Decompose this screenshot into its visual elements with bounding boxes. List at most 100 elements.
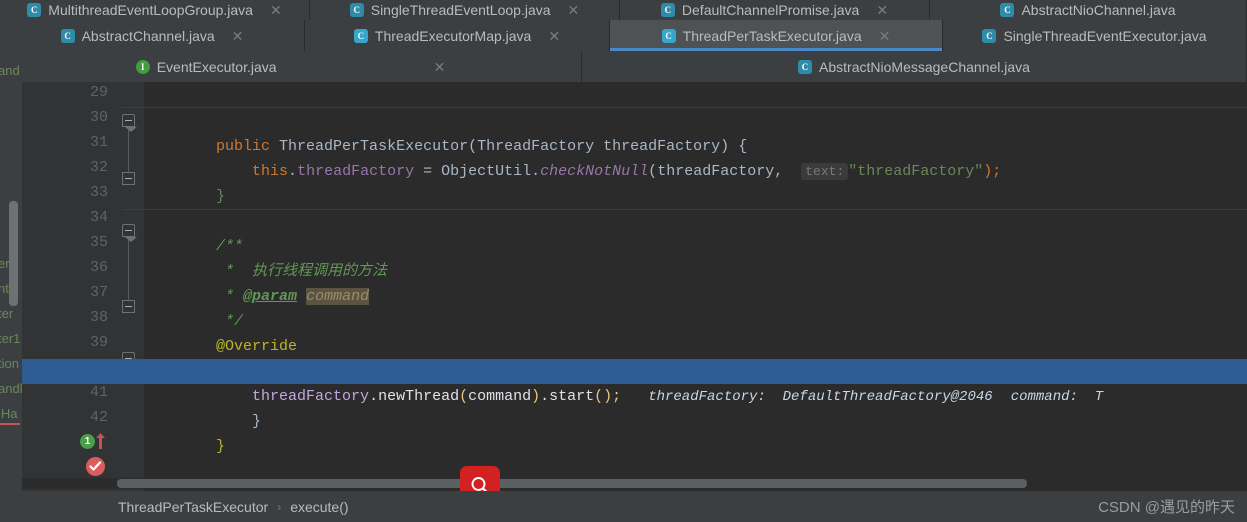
editor-tab[interactable]: C SingleThreadEventLoop.java ✕ — [310, 0, 620, 20]
left-panel-text: ter — [0, 306, 14, 321]
editor-fold-strip[interactable] — [118, 82, 144, 491]
close-icon[interactable]: ✕ — [270, 3, 282, 17]
editor-horizontal-scrollbar[interactable] — [22, 478, 1247, 489]
code-line-42[interactable]: } — [144, 409, 225, 455]
line-number: 39 — [89, 334, 108, 351]
method-newthread: newThread — [378, 388, 460, 405]
left-panel-text: ter1 — [0, 331, 21, 346]
editor-tab-singlethreadeventexecutor[interactable]: C SingleThreadEventExecutor.java — [943, 20, 1247, 51]
left-panel-scrollbar[interactable] — [9, 201, 18, 306]
java-class-icon: C — [798, 59, 813, 74]
editor-tab[interactable]: C AbstractNioChannel.java — [930, 0, 1247, 20]
string-literal: "threadFactory" — [848, 163, 984, 180]
breadcrumb-item-method[interactable]: execute() — [290, 499, 348, 515]
close-icon[interactable]: ✕ — [568, 3, 580, 17]
implementations-count-badge[interactable]: 1 — [80, 434, 95, 449]
breadcrumb: ThreadPerTaskExecutor › execute() — [118, 499, 349, 515]
java-interface-icon: I — [135, 59, 150, 74]
code-line-36[interactable]: * @param command — [144, 259, 370, 305]
editor-tab-abstractchannel[interactable]: C AbstractChannel.java ✕ — [0, 20, 305, 51]
line-number: 42 — [89, 409, 108, 426]
arg-command: command — [468, 388, 532, 405]
close-icon[interactable]: ✕ — [879, 29, 891, 43]
editor-tab-threadexecutormap[interactable]: C ThreadExecutorMap.java ✕ — [305, 20, 610, 51]
left-tool-panel-clipped[interactable]: and er nt ter ter1 tion andler lHa — [0, 51, 22, 522]
code-line-37[interactable]: */ — [144, 284, 243, 330]
line-number: 41 — [89, 384, 108, 401]
close-icon[interactable]: ✕ — [548, 29, 560, 43]
code-line-35[interactable]: * 执行线程调用的方法 — [144, 234, 387, 280]
code-line-40-current[interactable]: threadFactory.newThread(command).start()… — [22, 359, 1247, 405]
code-editor[interactable]: 29 30 31 32 33 34 35 36 37 38 39 40 41 4… — [22, 82, 1247, 491]
editor-tab-row-0: C MultithreadEventLoopGroup.java ✕ C Sin… — [0, 0, 1247, 20]
java-class-icon: C — [1000, 3, 1015, 17]
left-panel-text: nt — [0, 281, 9, 296]
code-line-39[interactable]: public void execute(Runnable command) { … — [144, 334, 880, 380]
fold-region-line — [128, 240, 129, 300]
editor-tab-label: ThreadPerTaskExecutor.java — [682, 27, 862, 44]
editor-tab[interactable]: C MultithreadEventLoopGroup.java ✕ — [0, 0, 310, 20]
code-line-30[interactable]: public ThreadPerTaskExecutor(ThreadFacto… — [144, 109, 747, 155]
field-threadfactory: threadFactory — [252, 388, 370, 405]
editor-tab-threadpertaskexecutor[interactable]: C ThreadPerTaskExecutor.java ✕ — [610, 20, 943, 51]
editor-tab-label: EventExecutor.java — [156, 58, 277, 75]
java-class-icon: C — [982, 28, 997, 43]
left-panel-text: lHa — [0, 406, 18, 421]
editor-tab-label: AbstractNioMessageChannel.java — [819, 58, 1030, 75]
line-number: 36 — [89, 259, 108, 276]
fold-marker-end[interactable] — [122, 172, 135, 185]
breadcrumb-item-class[interactable]: ThreadPerTaskExecutor — [118, 499, 268, 515]
method-separator — [122, 209, 1247, 210]
overriding-method-arrow-icon[interactable] — [95, 432, 106, 450]
java-class-icon: C — [349, 3, 364, 17]
line-number: 37 — [89, 284, 108, 301]
breakpoint-verified-icon[interactable] — [86, 457, 105, 476]
left-panel-text: andler — [0, 381, 22, 396]
editor-tab-label: AbstractNioChannel.java — [1021, 2, 1176, 18]
close-icon[interactable]: ✕ — [876, 3, 888, 17]
fold-marker-collapse[interactable] — [122, 114, 137, 132]
editor-tab-label: ThreadExecutorMap.java — [374, 27, 532, 44]
editor-tab-abstractniomessagechannel[interactable]: C AbstractNioMessageChannel.java — [582, 51, 1247, 82]
line-number: 34 — [89, 209, 108, 226]
class-objectutil: ObjectUtil — [441, 163, 532, 180]
code-line-41[interactable]: } — [144, 384, 261, 430]
method-start: start — [549, 388, 595, 405]
arg-threadfactory: threadFactory — [657, 163, 775, 180]
java-class-icon-modified: C — [661, 28, 676, 43]
java-class-icon: C — [660, 3, 675, 17]
line-number: 30 — [89, 109, 108, 126]
editor-tab-label: DefaultChannelPromise.java — [681, 2, 860, 18]
javadoc-param-name: command — [306, 288, 370, 305]
scrollbar-thumb[interactable] — [117, 479, 1027, 488]
editor-gutter[interactable]: 29 30 31 32 33 34 35 36 37 38 39 40 41 4… — [22, 82, 118, 491]
line-number: 35 — [89, 234, 108, 251]
close-icon[interactable]: ✕ — [232, 29, 244, 43]
fold-marker-end[interactable] — [122, 300, 135, 313]
left-panel-text: er — [0, 256, 10, 271]
line-number: 29 — [89, 84, 108, 101]
code-content[interactable]: public ThreadPerTaskExecutor(ThreadFacto… — [22, 82, 1247, 491]
fold-marker-collapse[interactable] — [122, 224, 137, 242]
code-line-34[interactable]: /** — [144, 209, 243, 255]
code-line-31[interactable]: this.threadFactory = ObjectUtil.checkNot… — [144, 134, 1001, 180]
code-line-32[interactable]: } — [144, 159, 225, 205]
editor-tab-label: MultithreadEventLoopGroup.java — [48, 2, 253, 18]
editor-tab-label: SingleThreadEventLoop.java — [370, 2, 551, 18]
editor-tab[interactable]: C DefaultChannelPromise.java ✕ — [620, 0, 930, 20]
debug-inline-value-threadfactory: threadFactory: DefaultThreadFactory@2046 — [648, 389, 993, 405]
left-panel-text: tion — [0, 356, 19, 371]
debug-inline-value-command: command: T — [1010, 389, 1104, 405]
editor-tab-eventexecutor[interactable]: I EventExecutor.java ✕ — [0, 51, 582, 82]
code-line-38[interactable]: @Override — [144, 309, 297, 355]
field-threadfactory: threadFactory — [297, 163, 415, 180]
keyword-this: this — [252, 163, 289, 180]
close-icon[interactable]: ✕ — [434, 60, 446, 74]
editor-tab-row-1: C AbstractChannel.java ✕ C ThreadExecuto… — [0, 20, 1247, 51]
line-number: 33 — [89, 184, 108, 201]
line-number: 32 — [89, 159, 108, 176]
line-number: 31 — [89, 134, 108, 151]
csdn-watermark: CSDN @遇见的昨天 — [1098, 499, 1235, 516]
editor-tab-row-2: I EventExecutor.java ✕ C AbstractNioMess… — [0, 51, 1247, 82]
idea-editor-window: C MultithreadEventLoopGroup.java ✕ C Sin… — [0, 0, 1247, 522]
